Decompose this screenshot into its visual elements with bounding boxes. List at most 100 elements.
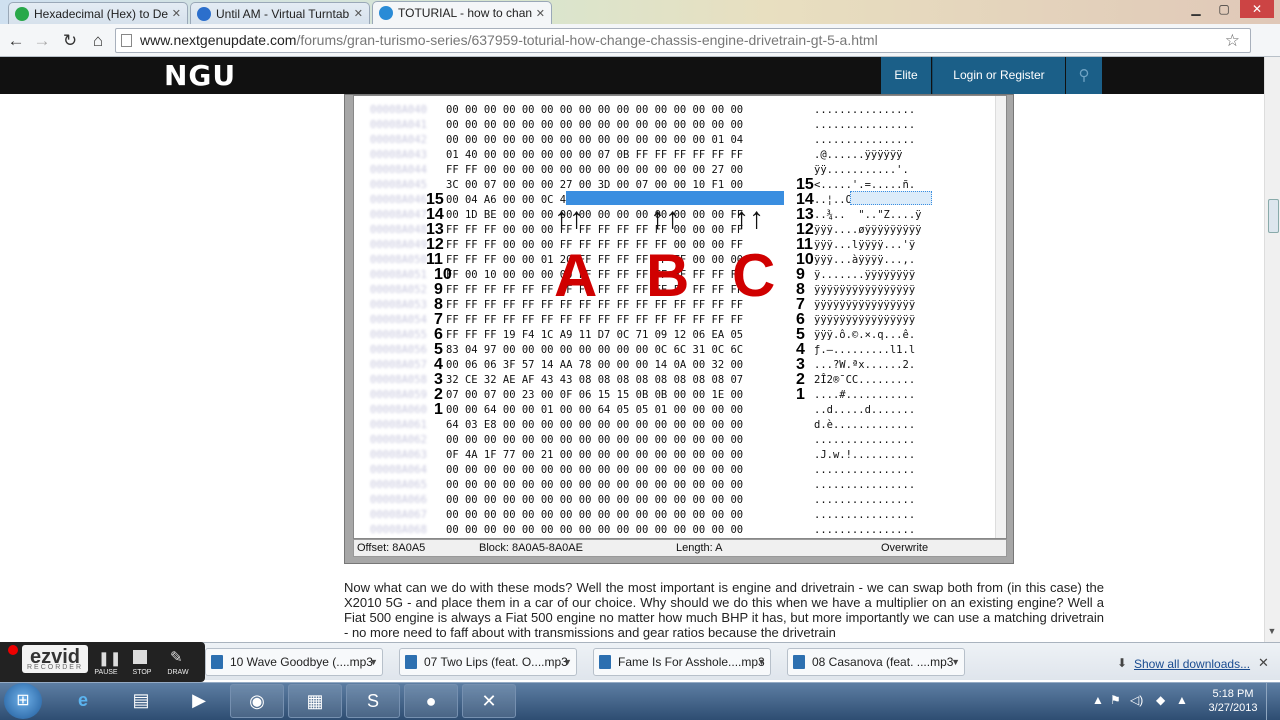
site-header: NGU Elite Login or Register ⚲ — [0, 57, 1264, 94]
hex-row-bytes: FF FF FF FF FF FF FF FF FF FF FF FF FF F… — [446, 314, 744, 326]
maximize-button[interactable]: ▢ — [1211, 0, 1237, 18]
download-item[interactable]: 08 Casanova (feat. ....mp3 ▼ — [787, 648, 965, 676]
tab-hex-to-dec[interactable]: Hexadecimal (Hex) to Dec ✕ — [8, 2, 188, 24]
row-number-right: 3 — [796, 356, 805, 373]
ascii-selection — [850, 191, 932, 205]
hex-row-ascii: ÿÿÿ...àÿÿÿÿ...,. — [814, 254, 916, 266]
hex-row-offset: 00008A065 — [370, 479, 427, 491]
hex-view: 00008A040 00 00 00 00 00 00 00 00 00 00 0… — [353, 95, 1007, 539]
hex-row-ascii: ...?W.ªx......2. — [814, 359, 916, 371]
stop-icon — [133, 650, 147, 664]
hex-row: 00008A048 FF FF FF 00 00 00 FF FF FF FF F… — [354, 224, 1006, 239]
row-number-left: 5 — [434, 341, 443, 358]
show-all-downloads-link[interactable]: Show all downloads... — [1134, 657, 1250, 671]
login-register-link[interactable]: Login or Register — [932, 57, 1065, 94]
tray-expand-icon[interactable]: ▲ — [1092, 693, 1104, 707]
hex-row: 00008A043 01 40 00 00 00 00 00 00 07 0B F… — [354, 149, 1006, 164]
skype-icon[interactable]: S — [346, 684, 400, 718]
row-number-right: 4 — [796, 341, 805, 358]
home-icon[interactable]: ⌂ — [87, 30, 109, 52]
download-filename: 10 Wave Goodbye (....mp3 — [230, 655, 373, 669]
row-number-right: 10 — [796, 251, 814, 268]
chevron-down-icon[interactable]: ▼ — [369, 649, 378, 675]
hex-row-offset: 00008A054 — [370, 314, 427, 326]
chevron-down-icon[interactable]: ▼ — [951, 649, 960, 675]
hex-editor-icon[interactable]: ✕ — [462, 684, 516, 718]
hex-row: 00008A067 00 00 00 00 00 00 00 00 00 00 0… — [354, 509, 1006, 524]
row-number-left: 11 — [426, 251, 443, 268]
hex-row-ascii: ....#........... — [814, 389, 916, 401]
hex-row-offset: 00008A057 — [370, 359, 427, 371]
tray-app-icon[interactable]: ◆ — [1156, 693, 1165, 707]
hex-row-offset: 00008A052 — [370, 284, 427, 296]
download-item[interactable]: 10 Wave Goodbye (....mp3 ▼ — [205, 648, 383, 676]
hex-row-offset: 00008A056 — [370, 344, 427, 356]
app-icon[interactable]: ● — [404, 684, 458, 718]
reload-icon[interactable]: ↻ — [59, 30, 81, 52]
hex-row-bytes: 00 00 00 00 00 00 00 00 00 00 00 00 00 0… — [446, 134, 744, 146]
audio-file-icon — [793, 655, 805, 669]
row-number-left: 12 — [426, 236, 444, 253]
chevron-down-icon[interactable]: ▼ — [563, 649, 572, 675]
row-number-right: 5 — [796, 326, 805, 343]
hex-row-offset: 00008A040 — [370, 104, 427, 116]
scroll-down-icon[interactable]: ▼ — [1264, 626, 1280, 642]
minimize-button[interactable]: ▁ — [1183, 0, 1209, 18]
row-number-right: 2 — [796, 371, 805, 388]
tab-toturial[interactable]: TOTURIAL - how to chang ✕ — [372, 1, 552, 24]
media-player-icon[interactable]: ▶ — [172, 684, 226, 718]
row-number-left: 2 — [434, 386, 443, 403]
browser-toolbar: ← → ↻ ⌂ www.nextgenupdate.com/forums/gra… — [0, 24, 1280, 57]
start-button[interactable]: ⊞ — [4, 683, 42, 719]
hex-row-ascii: ÿÿÿÿÿÿÿÿÿÿÿÿÿÿÿÿ — [814, 299, 916, 311]
ngu-logo[interactable]: NGU — [164, 59, 236, 92]
close-tab-icon[interactable]: ✕ — [536, 7, 545, 20]
network-icon[interactable]: ⚑ — [1110, 693, 1121, 707]
page-scrollbar[interactable] — [1264, 57, 1280, 642]
drive-icon[interactable]: ▲ — [1176, 693, 1188, 707]
windows-icon[interactable]: ▦ — [288, 684, 342, 718]
close-tab-icon[interactable]: ✕ — [354, 7, 363, 20]
close-downloads-icon[interactable]: ✕ — [1258, 655, 1269, 671]
hex-row-bytes: FF FF FF 19 F4 1C A9 11 D7 0C 71 09 12 0… — [446, 329, 744, 341]
download-item[interactable]: Fame Is For Asshole....mp3 ▼ — [593, 648, 771, 676]
close-window-button[interactable]: ✕ — [1240, 0, 1274, 18]
hex-row-ascii: .J.w.!.......... — [814, 449, 916, 461]
row-number-left: 15 — [426, 191, 444, 208]
elite-link[interactable]: Elite — [881, 57, 931, 94]
tab-virtual-turntables[interactable]: Until AM - Virtual Turntab ✕ — [190, 2, 370, 24]
volume-icon[interactable]: ◁) — [1130, 693, 1143, 707]
hex-row-offset: 00008A058 — [370, 374, 427, 386]
folder-icon[interactable]: ▤ — [114, 684, 168, 718]
hex-row-bytes: 00 1D BE 00 00 00 00 00 00 00 00 00 00 0… — [446, 209, 744, 221]
chevron-down-icon[interactable]: ▼ — [757, 649, 766, 675]
download-item[interactable]: 07 Two Lips (feat. O....mp3 ▼ — [399, 648, 577, 676]
hex-row: 00008A044 FF FF 00 00 00 00 00 00 00 00 0… — [354, 164, 1006, 179]
download-filename: 08 Casanova (feat. ....mp3 — [812, 655, 954, 669]
hex-row-bytes: 00 00 00 00 00 00 00 00 00 00 00 00 00 0… — [446, 104, 744, 116]
search-icon[interactable]: ⚲ — [1066, 57, 1102, 94]
hex-row-ascii: d.è............. — [814, 419, 916, 431]
address-bar[interactable]: www.nextgenupdate.com/forums/gran-turism… — [115, 28, 1251, 53]
internet-explorer-icon[interactable]: e — [56, 684, 110, 718]
hex-row: 00008A063 0F 4A 1F 77 00 21 00 00 00 00 0… — [354, 449, 1006, 464]
chrome-icon[interactable]: ◉ — [230, 684, 284, 718]
url-host: www.nextgenupdate.com — [140, 32, 297, 48]
system-clock[interactable]: 5:18 PM 3/27/2013 — [1204, 687, 1262, 715]
show-desktop-button[interactable] — [1266, 683, 1280, 720]
close-tab-icon[interactable]: ✕ — [172, 7, 181, 20]
bookmark-star-icon[interactable]: ☆ — [1225, 29, 1240, 52]
hex-row-ascii: ..d.....d....... — [814, 404, 916, 416]
hex-row-ascii: ÿÿÿ...lÿÿÿÿ...'ÿ — [814, 239, 916, 251]
site-favicon-icon — [379, 6, 393, 20]
hex-row-ascii: ÿÿÿ....øÿÿÿÿÿÿÿÿÿ — [814, 224, 922, 236]
hex-row-offset: 00008A059 — [370, 389, 427, 401]
back-icon[interactable]: ← — [5, 30, 27, 52]
hex-row-offset: 00008A062 — [370, 434, 427, 446]
row-number-left: 1 — [434, 401, 443, 418]
site-favicon-icon — [15, 6, 29, 21]
download-filename: Fame Is For Asshole....mp3 — [618, 655, 765, 669]
forward-icon[interactable]: → — [31, 30, 53, 52]
scrollbar-thumb[interactable] — [1268, 199, 1279, 233]
hex-row-bytes: 07 00 07 00 23 00 0F 06 15 15 0B 0B 00 0… — [446, 389, 744, 401]
